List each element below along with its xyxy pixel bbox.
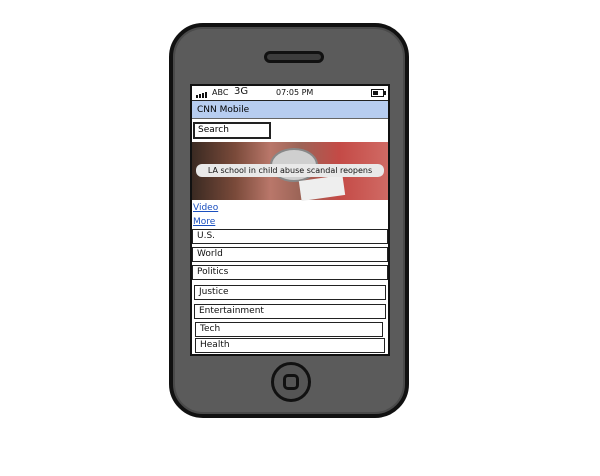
category-world[interactable]: World: [192, 247, 388, 262]
home-button-icon: [283, 374, 299, 390]
signal-icon: [196, 89, 208, 98]
home-button[interactable]: [271, 362, 311, 402]
category-health[interactable]: Health: [195, 338, 385, 353]
carrier-label: ABC: [212, 88, 229, 97]
network-type: 3G: [234, 86, 249, 97]
battery-icon: [371, 89, 386, 97]
category-justice[interactable]: Justice: [194, 285, 386, 300]
category-us[interactable]: U.S.: [192, 229, 388, 244]
app-title-bar: CNN Mobile: [192, 101, 388, 119]
headline-image[interactable]: LA school in child abuse scandal reopens: [192, 142, 388, 201]
category-politics[interactable]: Politics: [192, 265, 388, 280]
headline-caption[interactable]: LA school in child abuse scandal reopens: [196, 164, 384, 177]
status-time: 07:05 PM: [276, 88, 314, 97]
category-tech[interactable]: Tech: [195, 322, 383, 337]
more-link[interactable]: More: [193, 217, 215, 227]
category-entertainment[interactable]: Entertainment: [194, 304, 386, 319]
phone-screen: ABC 3G 07:05 PM CNN Mobile Search LA sch…: [190, 84, 390, 356]
search-button[interactable]: Search: [193, 122, 271, 139]
speaker-grille: [264, 51, 324, 63]
status-bar: ABC 3G 07:05 PM: [192, 86, 388, 101]
video-link[interactable]: Video: [193, 203, 218, 213]
